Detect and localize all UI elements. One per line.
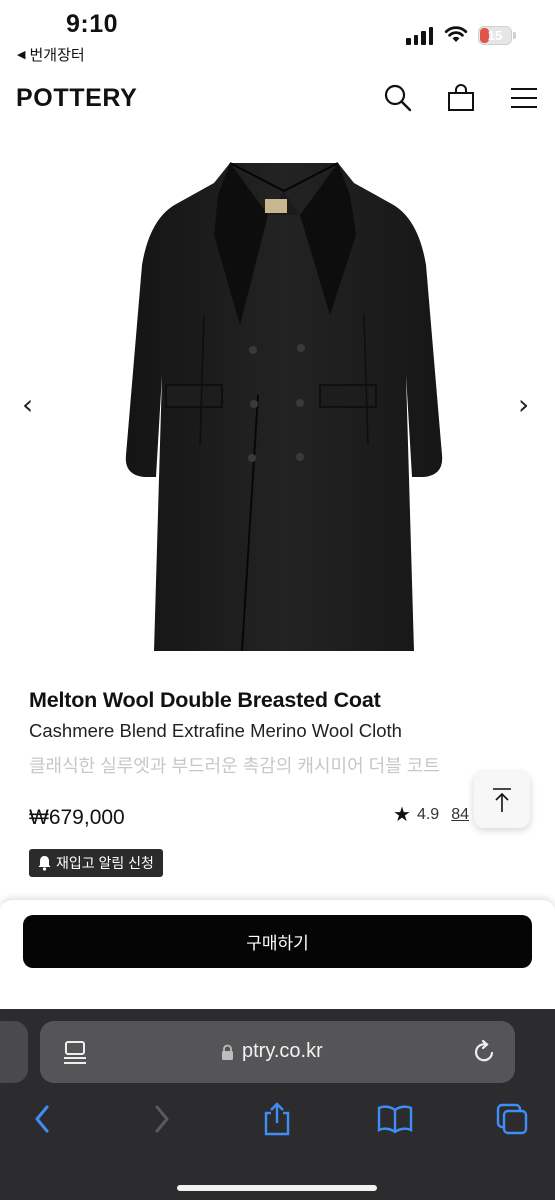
cellular-signal-icon	[406, 27, 433, 45]
product-subtitle: Cashmere Blend Extrafine Merino Wool Clo…	[29, 720, 402, 741]
back-app-label: 번개장터	[29, 47, 85, 64]
restock-alert-button[interactable]: 재입고 알림 신청	[29, 849, 163, 877]
product-description: 클래식한 실루엣과 부드러운 촉감의 캐시미어 더블 코트	[29, 756, 440, 776]
bell-icon	[38, 856, 51, 871]
url-text: ptry.co.kr	[242, 1040, 323, 1062]
restock-label: 재입고 알림 신청	[56, 855, 154, 871]
browser-toolbar: ptry.co.kr	[0, 1009, 555, 1200]
product-price: ₩679,000	[29, 806, 125, 829]
purchase-sheet: 구매하기	[0, 899, 555, 1019]
rating-value: 4.9	[416, 805, 440, 823]
buy-button[interactable]: 구매하기	[23, 915, 532, 968]
page-menu-icon[interactable]	[62, 1039, 88, 1065]
scroll-to-top-button[interactable]	[474, 772, 530, 828]
address-bar[interactable]: ptry.co.kr	[40, 1021, 515, 1083]
status-bar: 9:10 ◀ 번개장터 15	[0, 0, 555, 70]
product-title: Melton Wool Double Breasted Coat	[29, 688, 381, 712]
previous-tab-preview[interactable]	[0, 1021, 28, 1083]
arrow-up-icon	[493, 788, 511, 812]
search-icon[interactable]	[382, 82, 414, 114]
lock-icon	[222, 1044, 233, 1060]
star-icon: ★	[393, 804, 411, 826]
home-indicator[interactable]	[177, 1185, 377, 1191]
bookmarks-icon[interactable]	[377, 1101, 413, 1137]
product-image	[125, 162, 443, 652]
carousel-next-button[interactable]: ›	[518, 390, 529, 420]
wifi-icon	[444, 26, 468, 42]
battery-level: 15	[487, 28, 503, 43]
carousel-prev-button[interactable]: ‹	[22, 390, 33, 420]
site-header: POTTERY	[0, 72, 555, 128]
back-triangle-icon: ◀	[17, 49, 26, 61]
back-icon[interactable]	[24, 1101, 60, 1137]
back-to-app-link[interactable]: ◀ 번개장터	[17, 44, 85, 65]
brand-logo[interactable]: POTTERY	[16, 84, 137, 113]
share-icon[interactable]	[259, 1101, 295, 1137]
shopping-bag-icon[interactable]	[445, 82, 477, 114]
forward-icon[interactable]	[144, 1101, 180, 1137]
tabs-icon[interactable]	[494, 1101, 530, 1137]
menu-icon[interactable]	[508, 82, 540, 114]
review-count-link[interactable]: 84	[451, 806, 469, 824]
battery-icon: 15	[478, 26, 516, 45]
reload-icon[interactable]	[470, 1038, 498, 1066]
status-time: 9:10	[66, 10, 119, 38]
product-rating[interactable]: ★ 4.9 84	[393, 802, 469, 827]
product-image-carousel[interactable]: ‹ ›	[0, 140, 555, 670]
